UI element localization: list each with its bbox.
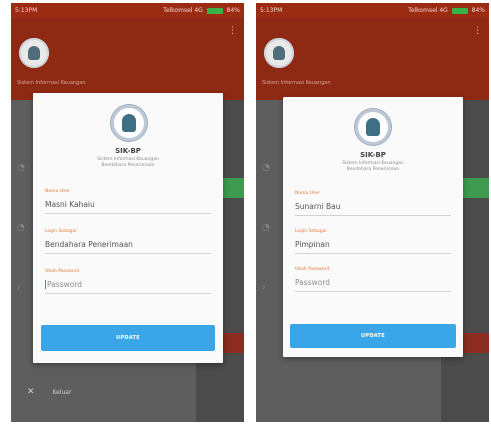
kebab-menu-icon[interactable]: ⋮ bbox=[473, 26, 482, 36]
field-label-user: Nama User bbox=[45, 189, 70, 194]
app-header: Sistem Informasi Keuangan ⋮ bbox=[11, 18, 244, 100]
password-placeholder: Password bbox=[45, 280, 83, 289]
menu-item-label: Keluar bbox=[52, 389, 72, 396]
drawer-icons: ◔ ◔ › bbox=[262, 163, 270, 293]
status-time: 5:13PM bbox=[15, 7, 38, 14]
logo-icon bbox=[355, 109, 391, 145]
password-field[interactable]: Password bbox=[45, 277, 211, 294]
phone-screen-left: 5:13PM Telkomsel 4G 84% Sistem Informasi… bbox=[11, 3, 244, 422]
profile-dialog: SIK-BP Sistem Informasi Keuangan Bendaha… bbox=[33, 93, 223, 363]
dialog-subtitle: Sistem Informasi Keuangan Bendahara Pene… bbox=[342, 161, 404, 172]
dialog-title: SIK-BP bbox=[115, 147, 141, 155]
role-field[interactable]: Pimpinan bbox=[295, 237, 451, 254]
close-icon: ✕ bbox=[27, 387, 35, 397]
password-placeholder: Password bbox=[295, 278, 331, 287]
profile-dialog: SIK-BP Sistem Informasi Keuangan Bendaha… bbox=[283, 97, 463, 357]
role-field[interactable]: Bendahara Penerimaan bbox=[45, 237, 211, 254]
battery-icon bbox=[451, 7, 468, 14]
status-right: Telkomsel 4G 84% bbox=[163, 3, 240, 18]
status-network: Telkomsel 4G bbox=[408, 7, 448, 14]
status-time: 5:13PM bbox=[260, 7, 283, 14]
field-label-role: Login Sebagai bbox=[295, 229, 327, 234]
user-name-field[interactable]: Masni Kahaiu bbox=[45, 197, 211, 214]
kebab-menu-icon[interactable]: ⋮ bbox=[228, 26, 237, 36]
logo-icon bbox=[19, 38, 49, 68]
user-name-field[interactable]: Sunarni Bau bbox=[295, 199, 451, 216]
status-network: Telkomsel 4G bbox=[163, 7, 203, 14]
field-label-password: Ubah Password bbox=[45, 269, 80, 274]
dialog-subtitle: Sistem Informasi Keuangan Bendahara Pene… bbox=[97, 157, 159, 168]
status-battery: 84% bbox=[471, 7, 485, 14]
menu-item-logout[interactable]: ✕ Keluar bbox=[11, 378, 196, 406]
drawer-subtitle: Sistem Informasi Keuangan bbox=[17, 80, 86, 86]
password-field[interactable]: Password bbox=[295, 275, 451, 292]
status-battery: 84% bbox=[226, 7, 240, 14]
status-right: Telkomsel 4G 84% bbox=[408, 3, 485, 18]
logo-icon bbox=[264, 38, 294, 68]
field-label-user: Nama User bbox=[295, 191, 320, 196]
status-bar: 5:13PM Telkomsel 4G 84% bbox=[11, 3, 244, 18]
dialog-title: SIK-BP bbox=[360, 151, 386, 159]
status-bar: 5:13PM Telkomsel 4G 84% bbox=[256, 3, 489, 18]
drawer-subtitle: Sistem Informasi Keuangan bbox=[262, 80, 331, 86]
update-button[interactable]: UPDATE bbox=[290, 324, 456, 348]
phone-screen-right: 5:13PM Telkomsel 4G 84% Sistem Informasi… bbox=[256, 3, 489, 422]
battery-icon bbox=[206, 7, 223, 14]
update-button[interactable]: UPDATE bbox=[41, 325, 215, 351]
drawer-icons: ◔ ◔ › bbox=[17, 163, 25, 293]
field-label-password: Ubah Password bbox=[295, 267, 330, 272]
logo-icon bbox=[111, 105, 147, 141]
field-label-role: Login Sebagai bbox=[45, 229, 77, 234]
app-header: Sistem Informasi Keuangan ⋮ bbox=[256, 18, 489, 100]
